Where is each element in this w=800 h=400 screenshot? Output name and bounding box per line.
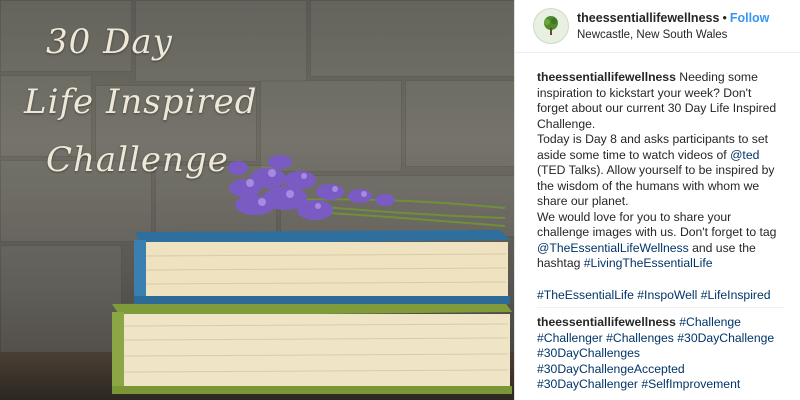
comment-username[interactable]: theessentiallifewellness [537,315,676,329]
hashtag[interactable]: #TheEssentialLife [537,288,634,302]
hashtag[interactable]: #Challenge [679,315,741,329]
location-link[interactable]: Newcastle, New South Wales [577,29,769,41]
caption-username[interactable]: theessentiallifewellness [537,70,676,84]
header-separator: • [722,11,727,25]
upper-book-cover-top [135,230,510,244]
hashtag[interactable]: #30DayChallengeAccepted [537,362,685,376]
hashtag[interactable]: #InspoWell [637,288,697,302]
caption-text-2b: (TED Talks). Allow yourself to be inspir… [537,163,775,208]
hashtag[interactable]: #Challenger [537,331,603,345]
comment: theessentiallifewellness #Challenge #Cha… [537,307,784,393]
lower-book-cover-top [112,302,512,316]
hashtag[interactable]: #30DayChallenges [537,346,640,360]
hashtag[interactable]: #SelfImprovement [641,377,740,391]
hashtag[interactable]: #30DayChallenger [537,377,638,391]
upper-book-spine [134,240,146,302]
header-username[interactable]: theessentiallifewellness [577,11,719,25]
caption-hashtags: #TheEssentialLife #InspoWell #LifeInspir… [537,288,784,304]
caption-text-3a: We would love for you to share your chal… [537,209,777,240]
mention-ted[interactable]: @ted [730,148,759,162]
caption-paragraph-1: theessentiallifewellness Needing some in… [537,70,784,132]
post-header: theessentiallifewellness • Follow Newcastl… [515,0,800,53]
caption-paragraph-3: We would love for you to share your chal… [537,210,784,272]
instagram-post: 30 Day Life Inspired Challenge theessent… [0,0,800,400]
hashtag[interactable]: #Challenges [606,331,674,345]
mention-essential-life[interactable]: @TheEssentialLifeWellness [537,241,689,255]
post-details-panel: theessentiallifewellness • Follow Newcastl… [514,0,800,400]
header-text: theessentiallifewellness • Follow Newcastl… [577,11,769,41]
post-image[interactable]: 30 Day Life Inspired Challenge [0,0,514,400]
tree-logo-icon [544,16,558,35]
caption-paragraph-2: Today is Day 8 and asks participants to … [537,132,784,210]
hashtag[interactable]: #LifeInspired [701,288,771,302]
lower-book-spine [112,312,124,392]
avatar[interactable] [533,8,569,44]
hashtag[interactable]: #30DayChallenge [677,331,774,345]
follow-button[interactable]: Follow [730,11,770,25]
caption-area: theessentiallifewellness Needing some in… [515,53,800,393]
lower-book-cover-bottom [112,386,512,394]
upper-book-cover-bottom [134,296,510,304]
books-illustration [112,155,512,394]
hashtag-living-essential-life[interactable]: #LivingTheEssentialLife [584,256,713,270]
